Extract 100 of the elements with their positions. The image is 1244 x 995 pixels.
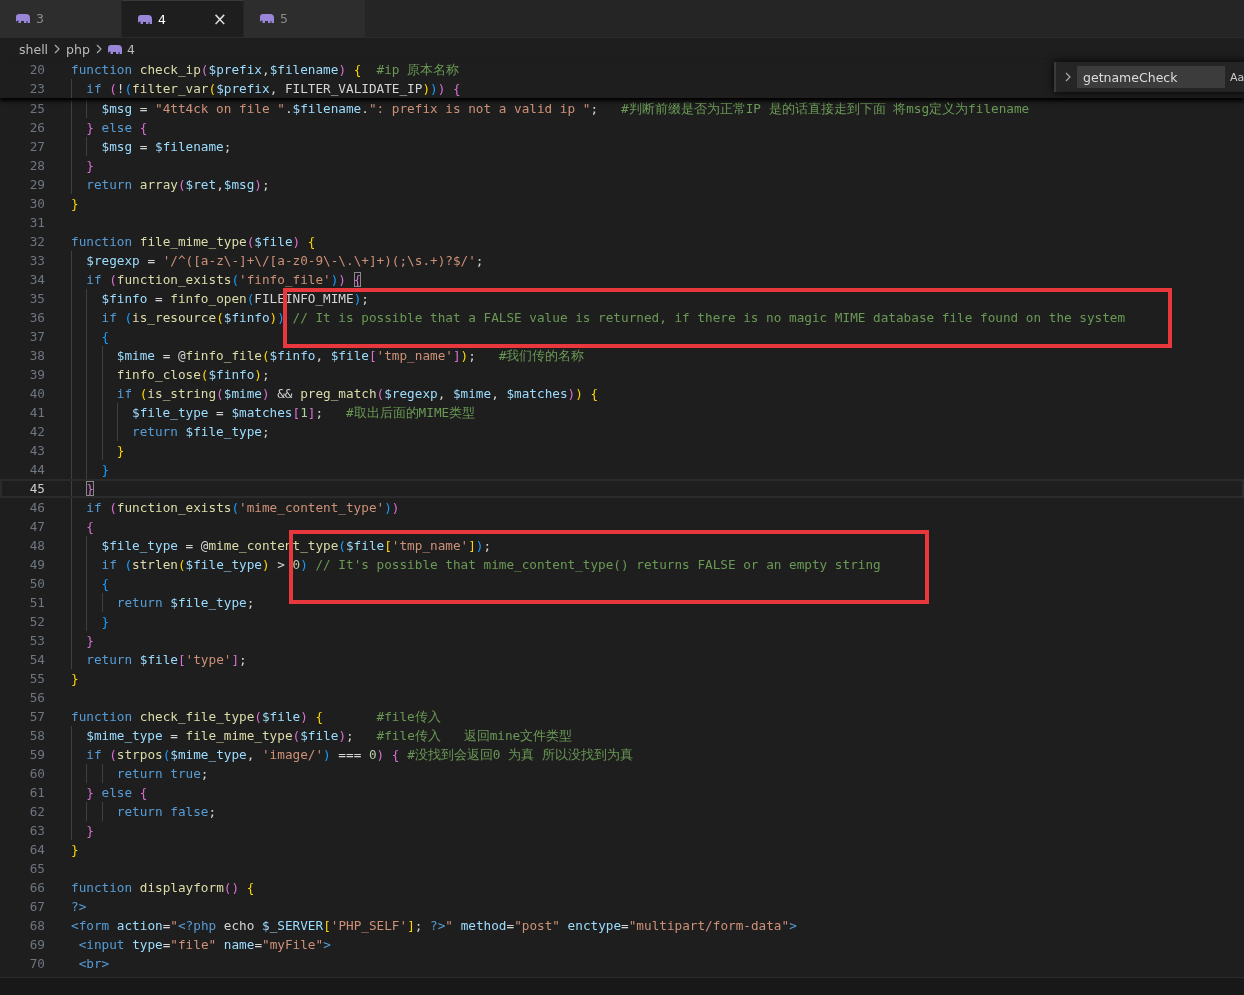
code-line: if (is_resource($finfo)) // It is possible that a FALSE value is returned, if there is no magic MIME database file found on the system	[71, 308, 1126, 327]
line-number: 49	[28, 557, 45, 572]
line-number: 53	[28, 633, 45, 648]
line-number: 43	[28, 443, 45, 458]
line-number: 32	[28, 234, 45, 249]
line-number: 36	[28, 310, 45, 325]
line-number: 69	[28, 937, 45, 952]
code-line: }	[71, 821, 94, 840]
line-number: 66	[28, 880, 45, 895]
line-number: 52	[28, 614, 45, 629]
line-number: 31	[28, 215, 45, 230]
line-number: 39	[28, 367, 45, 382]
line-number: 63	[28, 823, 45, 838]
code-line: }	[71, 156, 94, 175]
code-line: if (function_exists('mime_content_type'))	[71, 498, 400, 517]
line-number: 27	[28, 139, 45, 154]
line-number: 60	[28, 766, 45, 781]
line-number: 67	[28, 899, 45, 914]
line-number: 28	[28, 158, 45, 173]
elephant-icon	[107, 43, 122, 55]
code-line: } else {	[71, 783, 148, 802]
code-line: }	[71, 460, 110, 479]
line-number: 70	[28, 956, 45, 971]
code-line: $file_type = $matches[1]; #取出后面的MIME类型	[71, 403, 476, 422]
line-number: 38	[28, 348, 45, 363]
line-number: 30	[28, 196, 45, 211]
line-number: 55	[28, 671, 45, 686]
line-number: 56	[28, 690, 45, 705]
editor-tab[interactable]: 4 ×	[122, 0, 244, 37]
code-line: <br>	[77, 955, 110, 973]
code-line: $mime = @finfo_file($finfo, $file['tmp_name']); #我们传的名称	[71, 346, 585, 365]
line-number: 23	[28, 81, 45, 96]
code-line: return array($ret,$msg);	[71, 175, 270, 194]
code-line: }	[71, 631, 94, 650]
line-number: 45	[28, 481, 45, 496]
breadcrumb-item[interactable]: 4	[126, 41, 135, 57]
line-number: 35	[28, 291, 45, 306]
code-line: if (!(filter_var($prefix, FILTER_VALIDATE_IP))) {	[71, 79, 461, 98]
line-number: 48	[28, 538, 45, 553]
line-number: 68	[28, 918, 45, 933]
breadcrumb-item[interactable]: shell	[19, 41, 49, 57]
line-number: 54	[28, 652, 45, 667]
code-line: return false;	[71, 802, 217, 821]
code-line: }	[71, 670, 79, 688]
find-field[interactable]: getnameCheck	[1077, 66, 1225, 88]
code-line: }	[71, 612, 110, 631]
line-number: 46	[28, 500, 45, 515]
line-number: 29	[28, 177, 45, 192]
line-number: 61	[28, 785, 45, 800]
editor-tab[interactable]: 5	[244, 0, 366, 37]
code-line: $msg = $filename;	[71, 137, 232, 156]
line-number: 26	[28, 120, 45, 135]
code-line: function check_ip($prefix,$filename) { #ip 原本名称	[71, 61, 460, 79]
code-line: if (strpos($mime_type, 'image/') === 0) { #没找到会返回0 为真 所以没找到为真	[71, 745, 633, 764]
line-number: 33	[28, 253, 45, 268]
code-line: if (strlen($file_type) > 0) // It's possible that mime_content_type() returns FALSE or an empty string	[71, 555, 881, 574]
code-line: } else {	[71, 118, 148, 137]
code-line: function file_mime_type($file) {	[71, 233, 316, 251]
breadcrumb-item[interactable]: php	[66, 41, 90, 57]
line-number: 47	[28, 519, 45, 534]
editor-tab[interactable]: 3	[0, 0, 122, 37]
code-line: ?>	[71, 898, 87, 916]
code-line: <form action="<?php echo $_SERVER['PHP_SELF']; ?>" method="post" enctype="multipart/form-data">	[71, 917, 797, 935]
code-line: }	[71, 441, 125, 460]
code-line: function check_file_type($file) { #file传入	[71, 708, 441, 726]
code-line: function displayform() {	[71, 879, 255, 897]
elephant-icon	[260, 13, 274, 24]
line-number: 57	[28, 709, 45, 724]
code-line: {	[71, 574, 110, 593]
close-icon[interactable]: ×	[212, 10, 227, 28]
line-number: 50	[28, 576, 45, 591]
line-number: 51	[28, 595, 45, 610]
code-line: if (is_string($mime) && preg_match($regexp, $mime, $matches)) {	[71, 384, 599, 403]
chevron-right-icon	[53, 44, 62, 54]
line-number: 44	[28, 462, 45, 477]
line-number: 20	[28, 62, 45, 77]
line-number: 64	[28, 842, 45, 857]
code-line: $regexp = '/^([a-z\-]+\/[a-z0-9\-\.\+]+)(;\s.+)?$/';	[71, 251, 484, 270]
chevron-right-icon	[94, 44, 103, 54]
code-line: }	[71, 195, 79, 213]
code-line: }	[71, 841, 79, 859]
code-line: return true;	[71, 764, 209, 783]
code-line: $msg = "4tt4ck on file ".$filename.": prefix is not a valid ip "; #判断前缀是否为正常IP 是的话直接走到下面 将msg定义为filename	[71, 99, 1030, 118]
match-case-toggle[interactable]: Aa	[1230, 70, 1244, 84]
code-line: {	[71, 327, 110, 346]
code-line: return $file['type'];	[71, 650, 247, 669]
line-number: 42	[28, 424, 45, 439]
line-number: 34	[28, 272, 45, 287]
code-line: <input type="file" name="myFile">	[77, 936, 331, 954]
line-number: 62	[28, 804, 45, 819]
code-line: $mime_type = file_mime_type($file); #file传入 返回mine文件类型	[71, 726, 573, 745]
line-number: 59	[28, 747, 45, 762]
code-line: return $file_type;	[71, 422, 270, 441]
code-line: finfo_close($finfo);	[71, 365, 270, 384]
code-line: return $file_type;	[71, 593, 255, 612]
line-number: 40	[28, 386, 45, 401]
line-number: 65	[28, 861, 45, 876]
line-number: 25	[28, 101, 45, 116]
line-number: 37	[28, 329, 45, 344]
elephant-icon	[16, 13, 30, 24]
